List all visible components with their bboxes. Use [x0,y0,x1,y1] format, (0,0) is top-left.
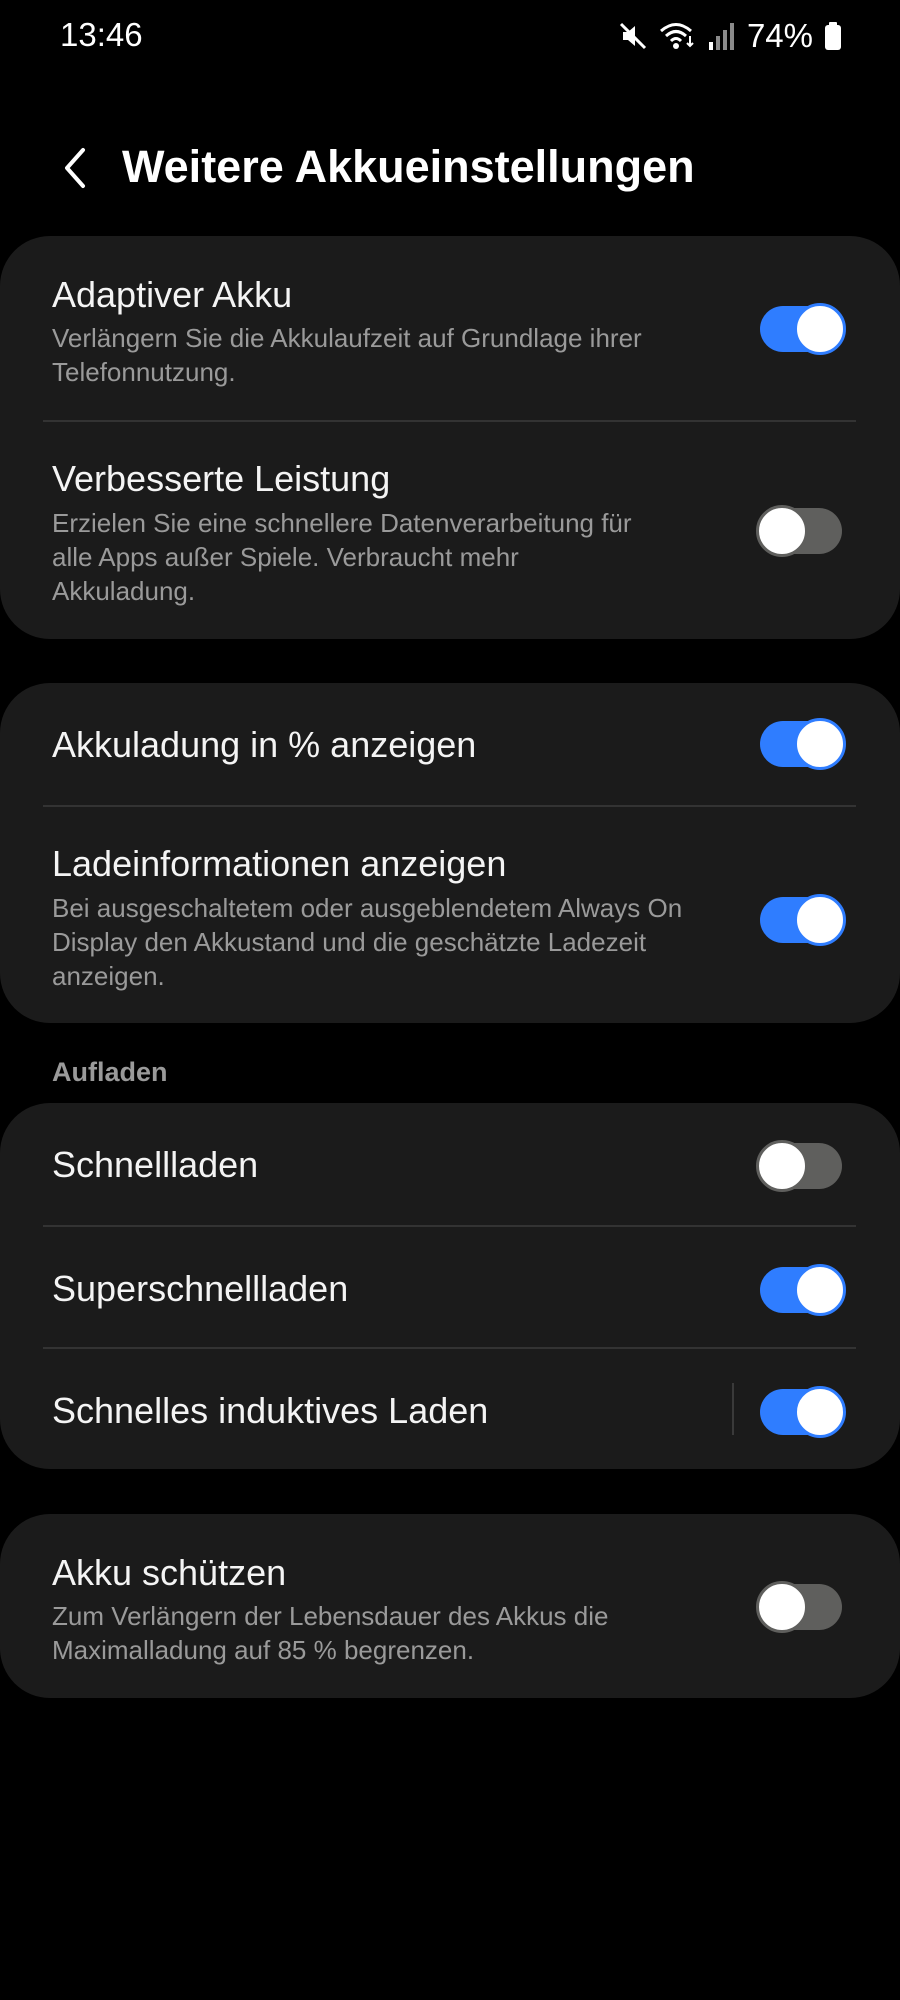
show-percentage-title: Akkuladung in % anzeigen [52,724,477,765]
fast-charging-toggle[interactable] [756,1140,842,1192]
adaptive-battery-toggle[interactable] [760,303,846,355]
toggle-knob [756,1140,808,1192]
adaptive-battery-subtitle: Verlängern Sie die Akkulaufzeit auf Grun… [52,323,642,387]
enhanced-performance-toggle[interactable] [756,505,842,557]
toggle-knob [794,303,846,355]
battery-icon [823,20,843,52]
row-adaptive-battery[interactable]: Adaptiver Akku Verlängern Sie die Akkula… [0,236,900,421]
super-fast-charging-toggle[interactable] [760,1264,846,1316]
row-show-percentage[interactable]: Akkuladung in % anzeigen [0,683,900,805]
status-bar: 13:46 74% [0,0,900,72]
super-fast-charging-title: Superschnellladen [52,1268,349,1309]
battery-percent: 74% [746,17,813,54]
enhanced-performance-title: Verbesserte Leistung [52,458,391,499]
toggle-knob [756,1581,808,1633]
header: Weitere Akkueinstellungen [0,128,900,208]
signal-icon [707,20,737,52]
mute-icon [617,20,649,52]
charging-info-title: Ladeinformationen anzeigen [52,843,507,884]
row-fast-wireless-charging[interactable]: Schnelles induktives Laden [0,1349,900,1469]
fast-charging-title: Schnellladen [52,1144,259,1185]
protect-battery-toggle[interactable] [756,1581,842,1633]
status-icons: 74% [617,14,843,58]
row-protect-battery[interactable]: Akku schützen Zum Verlängern der Lebensd… [0,1514,900,1698]
card-protect: Akku schützen Zum Verlängern der Lebensd… [0,1514,900,1698]
card-display: Akkuladung in % anzeigen Ladeinformation… [0,683,900,1023]
protect-battery-subtitle: Zum Verlängern der Lebensdauer des Akkus… [52,1601,609,1665]
toggle-knob [756,505,808,557]
row-enhanced-performance[interactable]: Verbesserte Leistung Erzielen Sie eine s… [0,422,900,639]
charging-info-subtitle: Bei ausgeschaltetem oder ausgeblendetem … [52,893,683,991]
toggle-knob [794,718,846,770]
show-percentage-toggle[interactable] [760,718,846,770]
section-header-charging: Aufladen [52,1057,168,1087]
charging-info-toggle[interactable] [760,894,846,946]
row-charging-info[interactable]: Ladeinformationen anzeigen Bei ausgescha… [0,807,900,1023]
fast-wireless-charging-title: Schnelles induktives Laden [52,1390,489,1431]
page-title: Weitere Akkueinstellungen [122,141,695,192]
row-fast-charging[interactable]: Schnellladen [0,1103,900,1225]
enhanced-performance-subtitle: Erzielen Sie eine schnellere Datenverarb… [52,508,632,606]
toggle-knob [794,894,846,946]
row-super-fast-charging[interactable]: Superschnellladen [0,1227,900,1348]
wifi-icon [659,20,697,52]
vertical-divider [732,1383,734,1435]
card-charging: Schnellladen Superschnellladen Schnelles… [0,1103,900,1469]
status-time: 13:46 [60,16,143,53]
adaptive-battery-title: Adaptiver Akku [52,274,293,315]
toggle-knob [794,1386,846,1438]
fast-wireless-charging-toggle[interactable] [760,1386,846,1438]
protect-battery-title: Akku schützen [52,1552,287,1593]
chevron-left-icon [65,148,85,188]
back-button[interactable] [44,136,108,200]
card-battery-usage: Adaptiver Akku Verlängern Sie die Akkula… [0,236,900,639]
toggle-knob [794,1264,846,1316]
